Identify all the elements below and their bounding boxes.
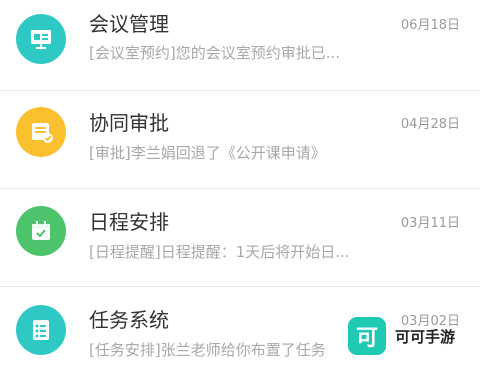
item-preview: [任务安排]张兰老师给你布置了任务 [89, 341, 326, 359]
item-date: 04月28日 [400, 117, 460, 132]
list-item-approval[interactable]: 协同审批 04月28日 [审批]李兰娟回退了《公开课申请》 [0, 91, 480, 189]
list-item-meeting[interactable]: 会议管理 06月18日 [会议室预约]您的会议室预约审批已... [0, 0, 480, 92]
item-title: 任务系统 [89, 308, 169, 332]
calendar-check-icon [16, 206, 66, 256]
document-approval-icon [16, 107, 66, 157]
watermark-logo: 可 [348, 317, 386, 355]
watermark-text: 可可手游 [395, 327, 456, 346]
list-item-schedule[interactable]: 日程安排 03月11日 [日程提醒]日程提醒：1天后将开始日... [0, 189, 480, 287]
item-date: 03月11日 [400, 216, 460, 231]
item-title: 会议管理 [89, 12, 169, 36]
item-title: 日程安排 [89, 210, 169, 234]
item-preview: [审批]李兰娟回退了《公开课申请》 [89, 144, 326, 162]
item-title: 协同审批 [89, 111, 169, 135]
item-preview: [会议室预约]您的会议室预约审批已... [89, 44, 341, 62]
task-list-icon [16, 305, 66, 355]
item-date: 06月18日 [400, 18, 460, 33]
item-preview: [日程提醒]日程提醒：1天后将开始日... [89, 243, 350, 261]
presentation-board-icon [16, 14, 66, 64]
watermark: 可 可可手游 [348, 316, 468, 356]
